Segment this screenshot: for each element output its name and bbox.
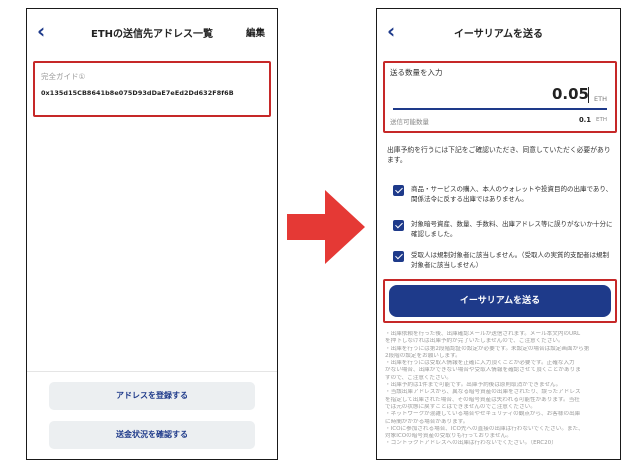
send-eth-screen: ‹ イーサリアムを送る 送る数量を入力 0.05 ETH 送信可能数量 0.1 … <box>376 8 621 460</box>
available-unit: ETH <box>596 117 607 123</box>
fine-print-line: ・出庫依頼を行った後、出庫確認メールが送信されます。メール本文内のURL <box>385 331 581 337</box>
amount-unit: ETH <box>594 95 607 103</box>
fine-print-line: 2段階の設定をお願いします。 <box>385 352 461 359</box>
amount-section: 送る数量を入力 0.05 ETH 送信可能数量 0.1 ETH <box>383 61 617 133</box>
send-button-highlight: イーサリアムを送る <box>383 279 617 323</box>
fine-print-line: ・ICOに参加される場合、ICO先への直接の出庫は行わないでください。また、 <box>385 425 584 432</box>
right-arrow-icon <box>287 190 365 264</box>
fine-print-line: ・コントラクトアドレスへの出庫は行わないでください。（ERC20） <box>385 440 557 447</box>
available-label: 送信可能数量 <box>390 118 429 126</box>
fine-print: ・出庫依頼を行った後、出庫確認メールが送信されます。メール本文内のURL を押下… <box>385 331 615 459</box>
consent-text: 受取人は規制対象者に該当しません。（受取人の実質的支配者は規制対象者に該当しませ… <box>411 251 610 269</box>
fine-print-line: すので、ご注意ください。 <box>385 374 452 381</box>
consent-text: 商品・サービスの購入、本人のウォレットや投資目的の出庫であり、関係法令に反する出… <box>411 185 613 203</box>
fine-print-line: に時間がかかる場合があります。 <box>385 418 469 425</box>
consent-notice: 出庫予約を行うには下記をご確認いただき、同意していただく必要があります。 <box>387 146 611 164</box>
checkbox-checked-icon[interactable] <box>393 220 404 231</box>
consent-text: 対象暗号資産、数量、手数料、出庫アドレス等に誤りがないか十分に確認しました。 <box>411 220 613 238</box>
page-title: ETHの送信先アドレス一覧 <box>90 29 214 40</box>
fine-print-line: 対象ICOの暗号資産の受取りも行っておりません。 <box>385 433 512 440</box>
address-value: 0x135d15CB8641b8e075D93dDaE7eEd2Dd632F8f… <box>41 89 234 97</box>
fine-print-line: では元の状態に戻すことはできませんのでご注意ください。 <box>385 403 536 410</box>
fine-print-line: ・出庫を行うには受取人情報を正確に入力頂くことが必要です。正確な入力 <box>385 360 575 367</box>
checkbox-checked-icon[interactable] <box>393 251 404 262</box>
fine-print-line: ・出庫予約は1件まで可能です。出庫予約後は原則取消ができません。 <box>385 382 562 389</box>
text-cursor <box>588 87 589 103</box>
available-value: 0.1 <box>578 116 591 124</box>
check-status-button[interactable]: 送金状況を確認する <box>49 421 255 449</box>
divider <box>27 371 277 372</box>
checkbox-checked-icon[interactable] <box>393 185 404 196</box>
address-list-screen: ‹ ETHの送信先アドレス一覧 編集 完全ガイド① 0x135d15CB8641… <box>26 8 278 460</box>
amount-label: 送る数量を入力 <box>390 68 443 77</box>
top-bar: ‹ イーサリアムを送る <box>377 9 620 55</box>
edit-button[interactable]: 編集 <box>246 25 265 39</box>
top-bar: ‹ ETHの送信先アドレス一覧 編集 <box>27 9 277 55</box>
fine-print-line: を指定して出庫された場合、その暗号資産は失われる可能性があります。当社 <box>385 396 580 403</box>
input-underline <box>393 108 607 110</box>
amount-input[interactable]: 0.05 <box>552 85 589 103</box>
register-address-button[interactable]: アドレスを登録する <box>49 382 255 410</box>
fine-print-line: を押下しなければ出庫予約が完了いたしませんので、ご注意ください。 <box>385 338 564 345</box>
send-eth-button[interactable]: イーサリアムを送る <box>389 285 611 317</box>
fine-print-line: ・ネットワークが混雑している場合やセキュリティの観点から、お客様の出庫 <box>385 411 581 418</box>
address-item[interactable]: 完全ガイド① 0x135d15CB8641b8e075D93dDaE7eEd2D… <box>33 61 271 117</box>
fine-print-line: ・当該出庫アドレスから、異なる暗号資産の出庫をされたり、誤ったアドレス <box>385 389 581 396</box>
address-label: 完全ガイド① <box>41 72 86 81</box>
fine-print-line: ・出庫を行うには第2段階認証の設定が必要です。未設定の場合は設定画面から第 <box>385 345 590 352</box>
fine-print-line: がない場合、出庫ができない場合や受取人情報を確認させて頂くことがありま <box>385 367 581 374</box>
page-title: イーサリアムを送る <box>453 29 544 40</box>
